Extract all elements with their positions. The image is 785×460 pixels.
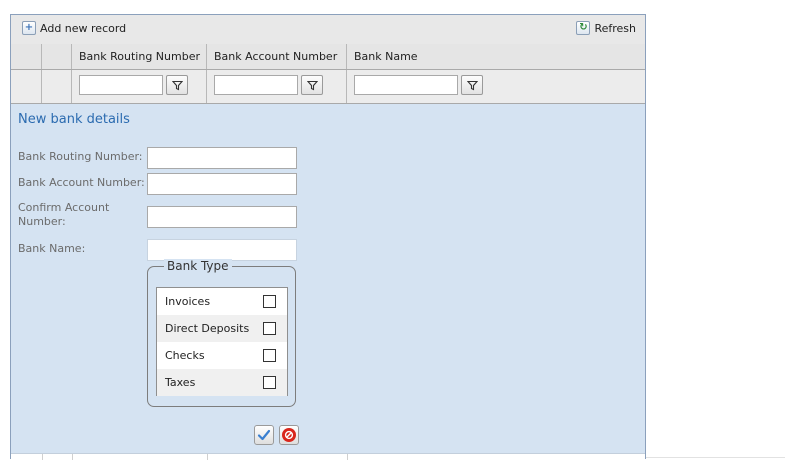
filter-button-routing[interactable] [166,75,188,95]
bank-type-option-checks[interactable]: Checks [157,342,287,369]
row-divider [207,454,208,460]
bank-type-option-taxes[interactable]: Taxes [157,369,287,396]
filter-button-bank-name[interactable] [461,75,483,95]
form-title: New bank details [18,112,130,127]
bank-type-legend: Bank Type [164,259,232,273]
header-expand-cell [11,44,42,69]
filter-icon [171,80,183,90]
confirm-account-number-input[interactable] [147,206,297,228]
bank-type-fieldset: Bank Type Invoices Direct Deposits Check… [147,259,296,407]
row-divider [72,454,73,460]
bank-type-option-direct-deposits[interactable]: Direct Deposits [157,315,287,342]
insert-cancel-button[interactable] [279,425,299,445]
column-header-bank-name[interactable]: Bank Name [347,44,646,69]
refresh-button[interactable]: ↻ Refresh [576,21,636,35]
page-divider [646,457,785,458]
bank-name-label: Bank Name: [18,242,86,255]
filter-button-account[interactable] [301,75,323,95]
account-number-label: Bank Account Number: [18,176,145,189]
plus-icon: + [22,21,36,35]
bank-grid: + Add new record ↻ Refresh Bank Routing … [10,14,646,460]
header-edit-cell [42,44,72,69]
bank-type-option-invoices[interactable]: Invoices [157,288,287,315]
cancel-icon [282,428,296,442]
filter-cell-account [207,70,347,103]
row-divider [42,454,43,460]
command-bar: + Add new record ↻ Refresh [11,15,645,45]
bank-type-option-label: Invoices [165,295,211,308]
filter-input-routing[interactable] [79,75,163,95]
bank-name-input[interactable] [147,239,297,261]
routing-number-label: Bank Routing Number: [18,150,143,163]
add-new-record-button[interactable]: + Add new record [22,21,126,35]
invoices-checkbox[interactable] [263,295,276,308]
header-row: Bank Routing Number Bank Account Number … [11,44,645,70]
direct-deposits-checkbox[interactable] [263,322,276,335]
add-new-record-label: Add new record [40,21,127,35]
column-header-bank-routing-number[interactable]: Bank Routing Number [72,44,207,69]
taxes-checkbox[interactable] [263,376,276,389]
refresh-icon: ↻ [576,21,591,35]
insert-save-button[interactable] [254,425,274,445]
filter-spacer-cell [42,70,72,103]
bank-type-list: Invoices Direct Deposits Checks Taxes [156,287,288,396]
filter-spacer-cell [11,70,42,103]
filter-cell-bank-name [347,70,646,103]
filter-cell-routing [72,70,207,103]
checkmark-icon [257,429,271,441]
bank-type-option-label: Taxes [165,376,196,389]
bank-type-option-label: Direct Deposits [165,322,250,335]
account-number-input[interactable] [147,173,297,195]
filter-input-account[interactable] [214,75,298,95]
confirm-account-number-label: Confirm Account Number: [18,201,110,228]
refresh-label: Refresh [594,21,636,35]
routing-number-input[interactable] [147,147,297,169]
checks-checkbox[interactable] [263,349,276,362]
insert-form: New bank details Bank Routing Number: Ba… [11,104,645,460]
bank-type-option-label: Checks [165,349,205,362]
filter-row [11,70,645,104]
filter-icon [306,80,318,90]
column-header-bank-account-number[interactable]: Bank Account Number [207,44,347,69]
filter-icon [466,80,478,90]
filter-input-bank-name[interactable] [354,75,458,95]
row-divider [347,454,348,460]
